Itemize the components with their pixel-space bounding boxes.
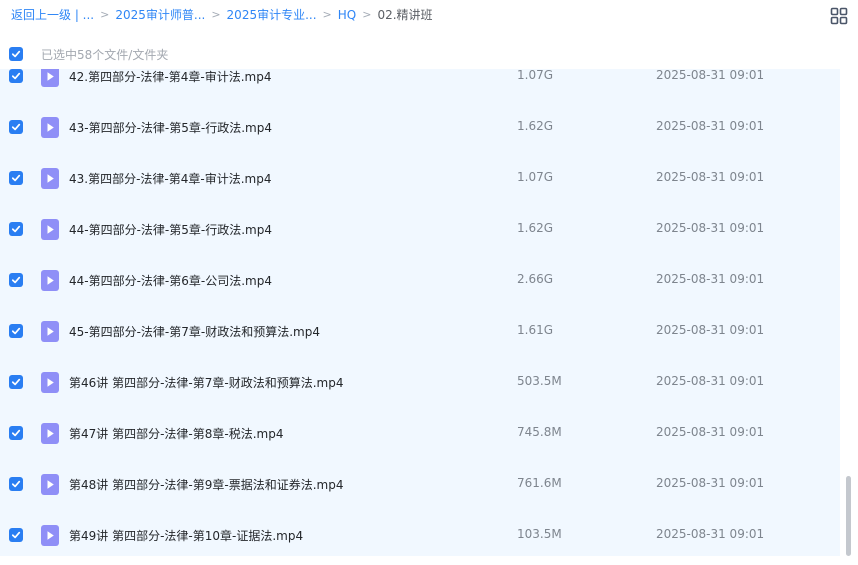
video-file-icon	[41, 270, 59, 291]
file-row[interactable]: 第49讲 第四部分-法律-第10章-证据法.mp4 103.5M 2025-08-3…	[0, 510, 840, 556]
file-row[interactable]: 42.第四部分-法律-第4章-审计法.mp4 1.07G 2025-08-31 09…	[0, 69, 840, 102]
file-checkbox[interactable]	[9, 171, 23, 185]
file-date: 2025-08-31 09:01	[656, 69, 765, 82]
file-checkbox[interactable]	[9, 222, 23, 236]
bottom-spacer	[0, 556, 858, 565]
file-checkbox[interactable]	[9, 477, 23, 491]
file-name[interactable]: 42.第四部分-法律-第4章-审计法.mp4	[69, 69, 271, 85]
selection-bar: 已选中58个文件/文件夹	[0, 39, 858, 69]
file-date: 2025-08-31 09:01	[656, 272, 765, 286]
video-file-icon	[41, 117, 59, 138]
check-icon	[11, 50, 21, 58]
breadcrumb-separator: >	[211, 8, 221, 21]
breadcrumb-current: 02.精讲班	[377, 8, 433, 22]
file-size: 745.8M	[517, 425, 562, 439]
breadcrumb-item[interactable]: 2025审计专业...	[227, 7, 317, 23]
file-date: 2025-08-31 09:01	[656, 425, 765, 439]
file-checkbox[interactable]	[9, 426, 23, 440]
file-list: 42.第四部分-法律-第4章-审计法.mp4 1.07G 2025-08-31 09…	[0, 69, 840, 556]
file-size: 103.5M	[517, 527, 562, 541]
file-row[interactable]: 第48讲 第四部分-法律-第9章-票据法和证券法.mp4 761.6M 2025-0…	[0, 459, 840, 510]
top-bar: 返回上一级 | ... > 2025审计师普... > 2025审计专业... …	[0, 0, 858, 32]
file-row[interactable]: 45-第四部分-法律-第7章-财政法和预算法.mp4 1.61G 2025-08-3…	[0, 306, 840, 357]
file-date: 2025-08-31 09:01	[656, 476, 765, 490]
file-size: 2.66G	[517, 272, 554, 286]
breadcrumb: 返回上一级 | ... > 2025审计师普... > 2025审计专业... …	[11, 7, 433, 23]
file-name[interactable]: 第47讲 第四部分-法律-第8章-税法.mp4	[69, 425, 283, 442]
file-row[interactable]: 第47讲 第四部分-法律-第8章-税法.mp4 745.8M 2025-08-31 …	[0, 408, 840, 459]
file-row[interactable]: 43.第四部分-法律-第4章-审计法.mp4 1.07G 2025-08-31 09…	[0, 153, 840, 204]
file-size: 1.61G	[517, 323, 554, 337]
file-size: 1.07G	[517, 69, 554, 82]
check-icon	[11, 378, 21, 386]
file-date: 2025-08-31 09:01	[656, 323, 765, 337]
file-row[interactable]: 第46讲 第四部分-法律-第7章-财政法和预算法.mp4 503.5M 2025-0…	[0, 357, 840, 408]
select-all-checkbox[interactable]	[9, 47, 23, 61]
file-size: 1.62G	[517, 221, 554, 235]
file-size: 761.6M	[517, 476, 562, 490]
check-icon	[11, 327, 21, 335]
file-date: 2025-08-31 09:01	[656, 374, 765, 388]
check-icon	[11, 480, 21, 488]
file-name[interactable]: 第48讲 第四部分-法律-第9章-票据法和证券法.mp4	[69, 476, 343, 493]
file-name[interactable]: 44-第四部分-法律-第5章-行政法.mp4	[69, 221, 272, 238]
file-size: 1.07G	[517, 170, 554, 184]
file-size: 1.62G	[517, 119, 554, 133]
breadcrumb-item[interactable]: 2025审计师普...	[115, 7, 205, 23]
check-icon	[11, 174, 21, 182]
video-file-icon	[41, 423, 59, 444]
file-name[interactable]: 44-第四部分-法律-第6章-公司法.mp4	[69, 272, 272, 289]
video-file-icon	[41, 69, 59, 87]
video-file-icon	[41, 474, 59, 495]
scrollbar-thumb[interactable]	[846, 476, 851, 556]
file-date: 2025-08-31 09:01	[656, 527, 765, 541]
check-icon	[11, 72, 21, 80]
file-checkbox[interactable]	[9, 375, 23, 389]
check-icon	[11, 123, 21, 131]
video-file-icon	[41, 219, 59, 240]
file-row[interactable]: 44-第四部分-法律-第5章-行政法.mp4 1.62G 2025-08-31 09…	[0, 204, 840, 255]
breadcrumb-back[interactable]: 返回上一级 | ...	[11, 7, 94, 23]
video-file-icon	[41, 321, 59, 342]
grid-view-icon[interactable]	[830, 7, 848, 25]
video-file-icon	[41, 372, 59, 393]
file-checkbox[interactable]	[9, 120, 23, 134]
file-checkbox[interactable]	[9, 324, 23, 338]
breadcrumb-separator: >	[322, 8, 332, 21]
file-row[interactable]: 44-第四部分-法律-第6章-公司法.mp4 2.66G 2025-08-31 09…	[0, 255, 840, 306]
check-icon	[11, 429, 21, 437]
check-icon	[11, 531, 21, 539]
file-checkbox[interactable]	[9, 528, 23, 542]
file-name[interactable]: 45-第四部分-法律-第7章-财政法和预算法.mp4	[69, 323, 320, 340]
breadcrumb-separator: >	[100, 8, 110, 21]
file-date: 2025-08-31 09:01	[656, 221, 765, 235]
check-icon	[11, 225, 21, 233]
file-name[interactable]: 43-第四部分-法律-第5章-行政法.mp4	[69, 119, 272, 136]
breadcrumb-separator: >	[362, 8, 372, 21]
check-icon	[11, 276, 21, 284]
file-name[interactable]: 43.第四部分-法律-第4章-审计法.mp4	[69, 170, 271, 187]
file-date: 2025-08-31 09:01	[656, 119, 765, 133]
file-date: 2025-08-31 09:01	[656, 170, 765, 184]
file-row[interactable]: 43-第四部分-法律-第5章-行政法.mp4 1.62G 2025-08-31 09…	[0, 102, 840, 153]
breadcrumb-item[interactable]: HQ	[338, 7, 356, 23]
file-name[interactable]: 第46讲 第四部分-法律-第7章-财政法和预算法.mp4	[69, 374, 343, 391]
file-checkbox[interactable]	[9, 273, 23, 287]
file-checkbox[interactable]	[9, 69, 23, 83]
file-size: 503.5M	[517, 374, 562, 388]
video-file-icon	[41, 525, 59, 546]
file-name[interactable]: 第49讲 第四部分-法律-第10章-证据法.mp4	[69, 527, 303, 544]
selection-count-label: 已选中58个文件/文件夹	[41, 48, 169, 62]
video-file-icon	[41, 168, 59, 189]
